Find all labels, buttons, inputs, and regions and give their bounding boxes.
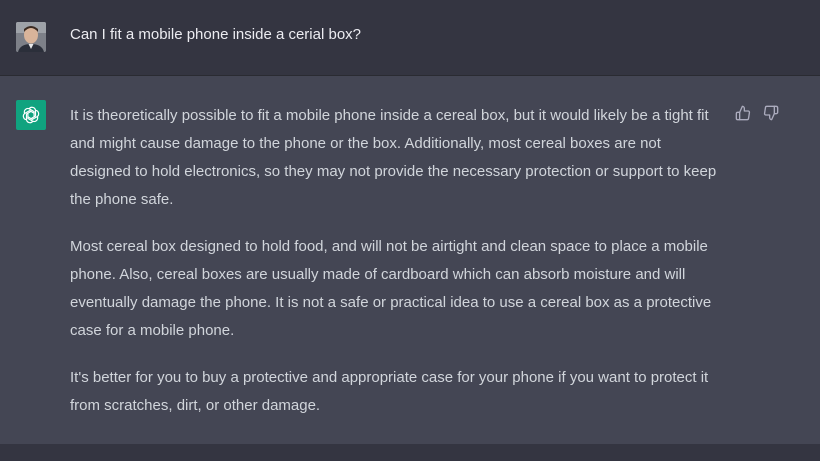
thumbs-up-icon: [735, 105, 751, 121]
user-message-text: Can I fit a mobile phone inside a cerial…: [70, 26, 362, 43]
thumbs-down-button[interactable]: [762, 104, 780, 122]
chat-thread: Can I fit a mobile phone inside a cerial…: [0, 0, 820, 461]
user-message-row: Can I fit a mobile phone inside a cerial…: [0, 0, 820, 76]
assistant-message-text: It is theoretically possible to fit a mo…: [70, 102, 720, 439]
feedback-buttons: [734, 104, 780, 122]
bottom-divider: [0, 444, 820, 461]
answer-paragraph-3: It's better for you to buy a protective …: [70, 369, 709, 414]
user-avatar-photo: [16, 22, 46, 52]
user-avatar: [16, 22, 46, 52]
thumbs-up-button[interactable]: [734, 104, 752, 122]
openai-logo-icon: [22, 106, 40, 124]
thumbs-down-icon: [763, 105, 779, 121]
assistant-message-row: It is theoretically possible to fit a mo…: [0, 76, 820, 444]
assistant-avatar: [16, 100, 46, 130]
answer-paragraph-1: It is theoretically possible to fit a mo…: [70, 107, 717, 208]
answer-paragraph-2: Most cereal box designed to hold food, a…: [70, 238, 712, 339]
